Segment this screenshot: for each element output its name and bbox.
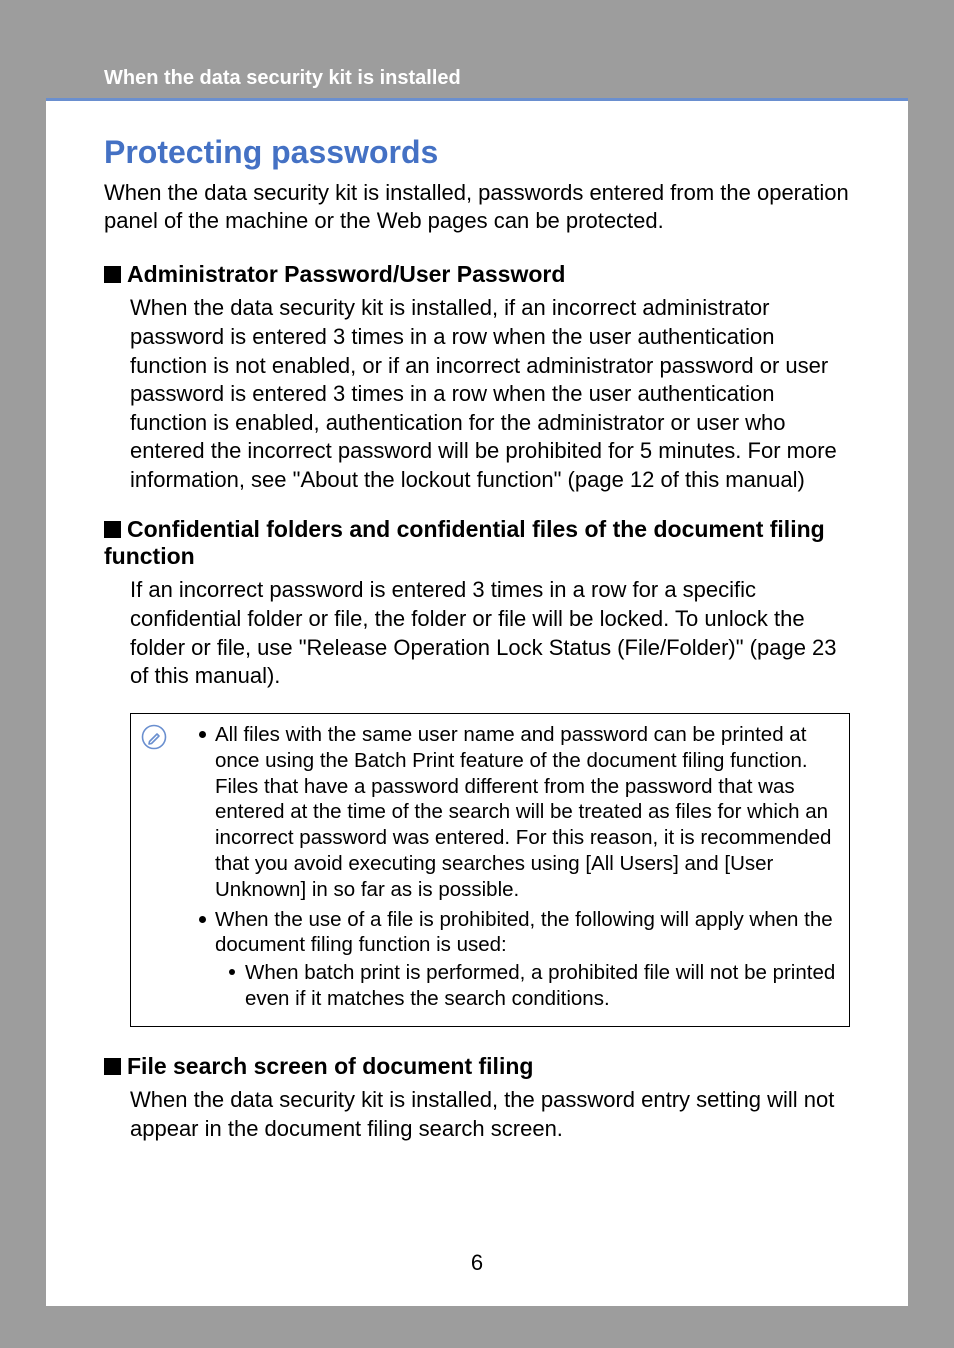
section-body-admin-password: When the data security kit is installed,… (130, 294, 850, 494)
note-list-item: When the use of a file is prohibited, th… (199, 907, 839, 1012)
section-body-file-search: When the data security kit is installed,… (130, 1086, 850, 1143)
square-bullet-icon (104, 266, 121, 283)
square-bullet-icon (104, 1058, 121, 1075)
intro-paragraph: When the data security kit is installed,… (104, 179, 850, 235)
content-area: Protecting passwords When the data secur… (104, 122, 850, 1165)
section-heading-text: Administrator Password/User Password (127, 261, 565, 287)
document-page: When the data security kit is installed … (46, 42, 908, 1306)
note-sublist: When batch print is performed, a prohibi… (229, 960, 839, 1012)
note-list-item: All files with the same user name and pa… (199, 722, 839, 903)
section-heading-text: Confidential folders and confidential fi… (104, 516, 825, 569)
section-heading-file-search: File search screen of document filing (104, 1053, 850, 1080)
running-header: When the data security kit is installed (46, 42, 908, 98)
note-pencil-icon (141, 724, 167, 755)
note-sublist-item: When batch print is performed, a prohibi… (229, 960, 839, 1012)
section-heading-text: File search screen of document filing (127, 1053, 533, 1079)
square-bullet-icon (104, 521, 121, 538)
note-box: All files with the same user name and pa… (130, 713, 850, 1027)
page-number: 6 (46, 1250, 908, 1276)
section-body-confidential: If an incorrect password is entered 3 ti… (130, 576, 850, 690)
header-divider (46, 98, 908, 101)
note-list-item-text: When the use of a file is prohibited, th… (215, 908, 833, 957)
section-heading-admin-password: Administrator Password/User Password (104, 261, 850, 288)
note-list: All files with the same user name and pa… (199, 722, 839, 1012)
page-title: Protecting passwords (104, 134, 850, 171)
section-heading-confidential: Confidential folders and confidential fi… (104, 516, 850, 570)
